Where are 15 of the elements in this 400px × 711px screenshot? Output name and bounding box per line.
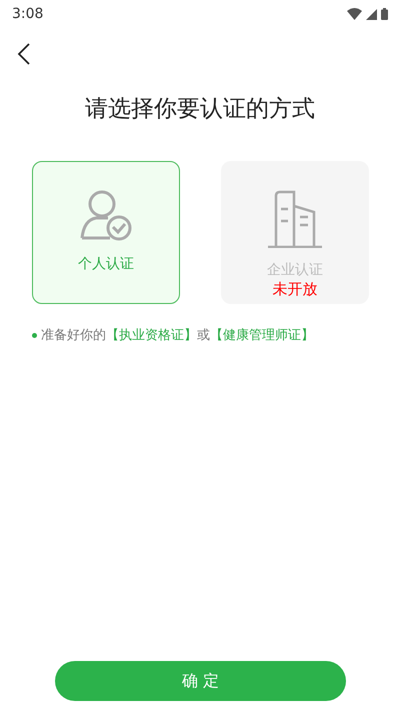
confirm-button[interactable]: 确 定 (55, 661, 346, 701)
bullet-dot (32, 332, 37, 338)
status-time: 3:08 (12, 4, 44, 24)
page-title: 请选择你要认证的方式 (84, 95, 316, 124)
wifi-icon (347, 8, 362, 20)
personal-option-card[interactable]: 个人认证 (32, 160, 180, 304)
building-icon (266, 190, 324, 248)
battery-icon (381, 8, 388, 20)
user-check-icon (80, 190, 132, 242)
status-label: 未开放 (272, 280, 318, 297)
option-label: 企业认证 (267, 260, 323, 280)
back-button[interactable] (16, 42, 32, 66)
signal-icon (366, 8, 377, 20)
requirement-note: 准备好你的【执业资格证】或【健康管理师证】 (41, 326, 314, 344)
option-label: 个人认证 (78, 254, 134, 274)
